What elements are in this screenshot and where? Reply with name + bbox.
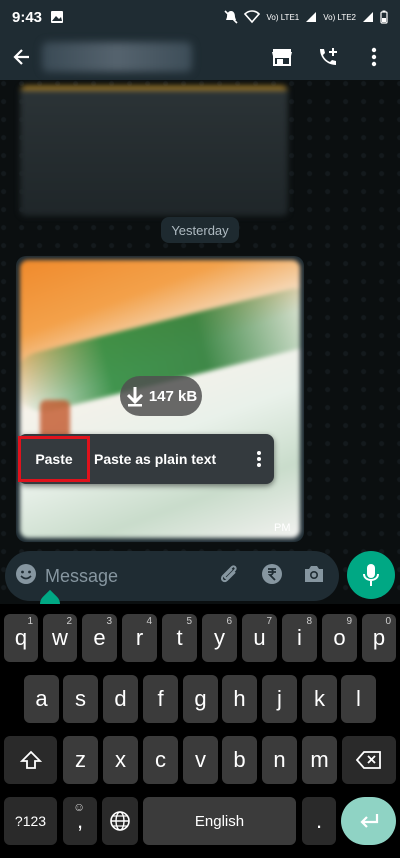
- gallery-icon: [50, 10, 64, 24]
- shift-icon: [19, 750, 42, 769]
- sim1-label: Vo) LTE1: [266, 12, 300, 22]
- wifi-icon: [244, 10, 261, 24]
- keyboard-row-4: ?123 , ☺ English .: [0, 797, 400, 845]
- backspace-key[interactable]: [342, 736, 396, 784]
- keyboard-row-3: z x c v b n m: [0, 736, 400, 784]
- comma-key[interactable]: , ☺: [63, 797, 97, 845]
- catalog-button[interactable]: [270, 45, 294, 69]
- payment-button[interactable]: [261, 563, 283, 590]
- camera-button[interactable]: [303, 564, 325, 589]
- globe-icon: [110, 811, 130, 831]
- period-key[interactable]: .: [302, 797, 336, 845]
- key-x[interactable]: x: [103, 736, 138, 784]
- key-b[interactable]: b: [222, 736, 257, 784]
- key-l[interactable]: l: [341, 675, 376, 723]
- signal-icon: [305, 11, 317, 23]
- blurred-message: [20, 86, 288, 216]
- soft-keyboard: q1 w2 e3 r4 t5 y6 u7 i8 o9 p0 a s d f g …: [0, 604, 400, 858]
- signal-icon: [362, 11, 374, 23]
- paste-plain-text-button[interactable]: Paste as plain text: [94, 451, 216, 467]
- contact-name-blurred[interactable]: [42, 42, 192, 72]
- enter-key[interactable]: [341, 797, 396, 845]
- arrow-left-icon: [13, 49, 29, 65]
- rupee-icon: [262, 563, 282, 584]
- key-h[interactable]: h: [222, 675, 257, 723]
- key-s[interactable]: s: [63, 675, 98, 723]
- more-options-button[interactable]: [362, 45, 386, 69]
- paste-button[interactable]: Paste: [18, 436, 90, 482]
- message-input-bar: [5, 551, 339, 601]
- key-a[interactable]: a: [24, 675, 59, 723]
- key-p[interactable]: p0: [362, 614, 396, 662]
- key-e[interactable]: e3: [82, 614, 117, 662]
- paperclip-icon: [220, 564, 237, 582]
- key-v[interactable]: v: [183, 736, 218, 784]
- emoji-hint-icon: ☺: [73, 800, 86, 814]
- key-k[interactable]: k: [302, 675, 337, 723]
- symbols-key[interactable]: ?123: [4, 797, 57, 845]
- phone-plus-icon: [320, 48, 337, 65]
- more-vertical-icon: [257, 451, 261, 467]
- mute-icon: [224, 10, 239, 24]
- download-size: 147 kB: [148, 387, 198, 405]
- context-more-button[interactable]: [244, 439, 274, 479]
- key-w[interactable]: w2: [43, 614, 77, 662]
- key-n[interactable]: n: [262, 736, 297, 784]
- key-z[interactable]: z: [63, 736, 98, 784]
- mic-icon: [363, 564, 379, 586]
- key-q[interactable]: q1: [4, 614, 38, 662]
- status-bar: 9:43 Vo) LTE1 Vo) LTE2: [0, 0, 400, 34]
- language-key[interactable]: [102, 797, 138, 845]
- key-t[interactable]: t5: [162, 614, 197, 662]
- key-o[interactable]: o9: [322, 614, 357, 662]
- key-r[interactable]: r4: [122, 614, 157, 662]
- emoji-icon: [16, 563, 36, 584]
- paste-context-menu: Paste Paste as plain text: [18, 434, 274, 484]
- storefront-icon: [272, 49, 292, 66]
- add-call-button[interactable]: [316, 45, 340, 69]
- message-input[interactable]: [45, 565, 195, 587]
- chat-header: [0, 34, 400, 80]
- key-y[interactable]: y6: [202, 614, 237, 662]
- download-button[interactable]: 147 kB: [120, 376, 202, 416]
- back-button[interactable]: [8, 43, 36, 71]
- key-d[interactable]: d: [103, 675, 138, 723]
- key-c[interactable]: c: [143, 736, 178, 784]
- voice-message-button[interactable]: [347, 551, 395, 599]
- status-time: 9:43: [12, 8, 43, 26]
- key-f[interactable]: f: [143, 675, 178, 723]
- key-g[interactable]: g: [183, 675, 218, 723]
- key-m[interactable]: m: [302, 736, 337, 784]
- emoji-button[interactable]: [15, 563, 37, 590]
- download-icon: [126, 387, 143, 407]
- battery-icon: [380, 10, 388, 24]
- chat-area: Yesterday 147 kB PM: [0, 80, 400, 600]
- date-chip: Yesterday: [161, 217, 239, 243]
- keyboard-row-1: q1 w2 e3 r4 t5 y6 u7 i8 o9 p0: [0, 614, 400, 662]
- sim2-label: Vo) LTE2: [323, 12, 356, 22]
- space-key[interactable]: English: [143, 797, 296, 845]
- key-j[interactable]: j: [262, 675, 297, 723]
- keyboard-row-2: a s d f g h j k l: [0, 675, 400, 723]
- message-time: PM: [274, 522, 291, 534]
- shift-key[interactable]: [4, 736, 57, 784]
- more-vertical-icon: [371, 47, 377, 67]
- key-u[interactable]: u7: [242, 614, 277, 662]
- backspace-icon: [356, 751, 381, 769]
- enter-icon: [359, 814, 378, 828]
- camera-icon: [305, 565, 323, 582]
- key-i[interactable]: i8: [282, 614, 317, 662]
- attach-button[interactable]: [217, 562, 241, 591]
